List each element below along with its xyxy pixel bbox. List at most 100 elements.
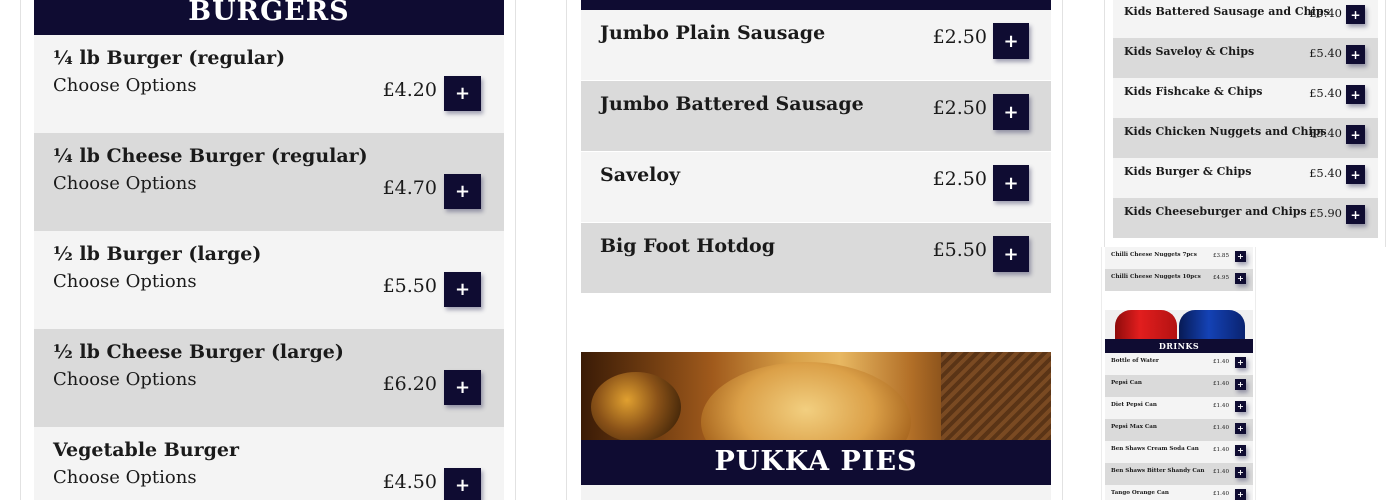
menu-item[interactable]: Kids Fishcake & Chips £5.40 +	[1113, 78, 1378, 118]
add-to-cart-button[interactable]: +	[1346, 5, 1365, 24]
item-price: £4.50	[382, 471, 437, 493]
item-name: Jumbo Plain Sausage	[600, 22, 826, 44]
choose-options-link[interactable]: Choose Options	[53, 271, 197, 292]
item-name: Kids Cheeseburger and Chips	[1124, 205, 1307, 218]
item-name: Kids Fishcake & Chips	[1124, 85, 1263, 98]
item-name: ¼ lb Cheese Burger (regular)	[53, 145, 368, 167]
add-to-cart-button[interactable]: +	[1235, 273, 1246, 284]
item-name: Vegetable Burger	[53, 439, 240, 461]
pies-banner-image	[581, 352, 1051, 440]
menu-item[interactable]: Kids Cheeseburger and Chips £5.90 +	[1113, 198, 1378, 238]
item-name: ½ lb Burger (large)	[53, 243, 262, 265]
choose-options-link[interactable]: Choose Options	[53, 369, 197, 390]
drinks-header: DRINKS	[1105, 339, 1253, 353]
add-to-cart-button[interactable]: +	[1346, 45, 1365, 64]
menu-item[interactable]: Chilli Cheese Nuggets 10pcs £4.95 +	[1105, 269, 1253, 291]
add-to-cart-button[interactable]: +	[444, 468, 481, 500]
add-to-cart-button[interactable]: +	[993, 23, 1029, 59]
drinks-banner-image	[1105, 310, 1253, 340]
add-to-cart-button[interactable]: +	[1235, 379, 1246, 390]
add-to-cart-button[interactable]: +	[1235, 401, 1246, 412]
choose-options-link[interactable]: Choose Options	[53, 75, 197, 96]
drinks-panel: Chilli Cheese Nuggets 7pcs £3.85 + Chill…	[1101, 247, 1256, 500]
menu-item[interactable]: Kids Burger & Chips £5.40 +	[1113, 158, 1378, 198]
item-name: Ben Shaws Bitter Shandy Can	[1111, 468, 1205, 474]
item-price: £1.40	[1212, 425, 1229, 431]
menu-item[interactable]: Saveloy £2.50 +	[581, 152, 1051, 222]
pepsi-can-decoration	[1179, 310, 1245, 340]
drinks-title: DRINKS	[1158, 341, 1200, 351]
cloth-decoration	[941, 352, 1051, 440]
item-name: Big Foot Hotdog	[600, 235, 776, 257]
item-name: Kids Chicken Nuggets and Chips	[1124, 125, 1327, 138]
item-price: £1.40	[1212, 491, 1229, 497]
burgers-title: BURGERS	[188, 0, 350, 27]
add-to-cart-button[interactable]: +	[444, 272, 481, 307]
kids-panel: Kids Battered Sausage and Chips £5.40 + …	[1104, 0, 1386, 247]
menu-item[interactable]: Kids Saveloy & Chips £5.40 +	[1113, 38, 1378, 78]
menu-item[interactable]: ¼ lb Cheese Burger (regular) Choose Opti…	[34, 133, 504, 231]
pie-decoration	[701, 362, 911, 440]
item-price: £3.85	[1212, 253, 1229, 259]
item-price: £2.50	[932, 26, 987, 48]
menu-item[interactable]: Pepsi Max Can £1.40 +	[1105, 419, 1253, 441]
item-price: £5.40	[1309, 46, 1342, 60]
add-to-cart-button[interactable]: +	[1346, 125, 1365, 144]
vegetables-decoration	[591, 372, 681, 440]
add-to-cart-button[interactable]: +	[1235, 445, 1246, 456]
item-price: £4.70	[382, 177, 437, 199]
menu-item[interactable]: Diet Pepsi Can £1.40 +	[1105, 397, 1253, 419]
menu-item[interactable]: Chilli Cheese Nuggets 7pcs £3.85 +	[1105, 247, 1253, 269]
add-to-cart-button[interactable]: +	[1346, 85, 1365, 104]
add-to-cart-button[interactable]: +	[993, 94, 1029, 130]
add-to-cart-button[interactable]: +	[1235, 251, 1246, 262]
item-price: £1.40	[1212, 403, 1229, 409]
add-to-cart-button[interactable]: +	[444, 174, 481, 209]
add-to-cart-button[interactable]: +	[993, 236, 1029, 272]
item-price: £4.20	[382, 79, 437, 101]
menu-item[interactable]: ¼ lb Burger (regular) Choose Options £4.…	[34, 35, 504, 133]
item-price: £6.20	[382, 373, 437, 395]
item-name: Pepsi Max Can	[1111, 424, 1157, 430]
item-price: £5.40	[1309, 6, 1342, 20]
add-to-cart-button[interactable]: +	[1235, 467, 1246, 478]
item-name: Chilli Cheese Nuggets 7pcs	[1111, 252, 1197, 258]
item-name: Saveloy	[600, 164, 681, 186]
menu-item[interactable]: ½ lb Burger (large) Choose Options £5.50…	[34, 231, 504, 329]
add-to-cart-button[interactable]: +	[1235, 357, 1246, 368]
menu-item[interactable]: Big Foot Hotdog £5.50 +	[581, 223, 1051, 293]
item-name: Kids Burger & Chips	[1124, 165, 1252, 178]
menu-item[interactable]: Kids Chicken Nuggets and Chips £5.40 +	[1113, 118, 1378, 158]
item-price: £2.50	[932, 168, 987, 190]
item-price: £5.40	[1309, 166, 1342, 180]
add-to-cart-button[interactable]: +	[993, 165, 1029, 201]
item-price: £1.40	[1212, 359, 1229, 365]
pies-title: PUKKA PIES	[714, 446, 918, 477]
menu-item[interactable]: Vegetable Burger Choose Options £4.50 +	[34, 427, 504, 500]
item-name: ½ lb Cheese Burger (large)	[53, 341, 344, 363]
choose-options-link[interactable]: Choose Options	[53, 467, 197, 488]
menu-item[interactable]: Ben Shaws Cream Soda Can £1.40 +	[1105, 441, 1253, 463]
menu-item[interactable]: Kids Battered Sausage and Chips £5.40 +	[1113, 0, 1378, 38]
item-price: £4.95	[1212, 275, 1229, 281]
item-name: Kids Battered Sausage and Chips	[1124, 5, 1330, 18]
add-to-cart-button[interactable]: +	[1235, 489, 1246, 500]
menu-item[interactable]: Bottle of Water £1.40 +	[1105, 353, 1253, 375]
menu-item[interactable]: Pepsi Can £1.40 +	[1105, 375, 1253, 397]
item-name: Jumbo Battered Sausage	[600, 93, 864, 115]
choose-options-link[interactable]: Choose Options	[53, 173, 197, 194]
item-name: ¼ lb Burger (regular)	[53, 47, 286, 69]
add-to-cart-button[interactable]: +	[1346, 165, 1365, 184]
add-to-cart-button[interactable]: +	[1235, 423, 1246, 434]
menu-item[interactable]: Jumbo Plain Sausage £2.50 +	[581, 10, 1051, 80]
menu-item[interactable]: Tango Orange Can £1.40 +	[1105, 485, 1253, 500]
item-name: Pepsi Can	[1111, 380, 1142, 386]
menu-item[interactable]	[581, 485, 1051, 500]
menu-item[interactable]: Ben Shaws Bitter Shandy Can £1.40 +	[1105, 463, 1253, 485]
menu-item[interactable]: ½ lb Cheese Burger (large) Choose Option…	[34, 329, 504, 427]
add-to-cart-button[interactable]: +	[444, 76, 481, 111]
item-price: £1.40	[1212, 469, 1229, 475]
add-to-cart-button[interactable]: +	[444, 370, 481, 405]
add-to-cart-button[interactable]: +	[1346, 205, 1365, 224]
menu-item[interactable]: Jumbo Battered Sausage £2.50 +	[581, 81, 1051, 151]
